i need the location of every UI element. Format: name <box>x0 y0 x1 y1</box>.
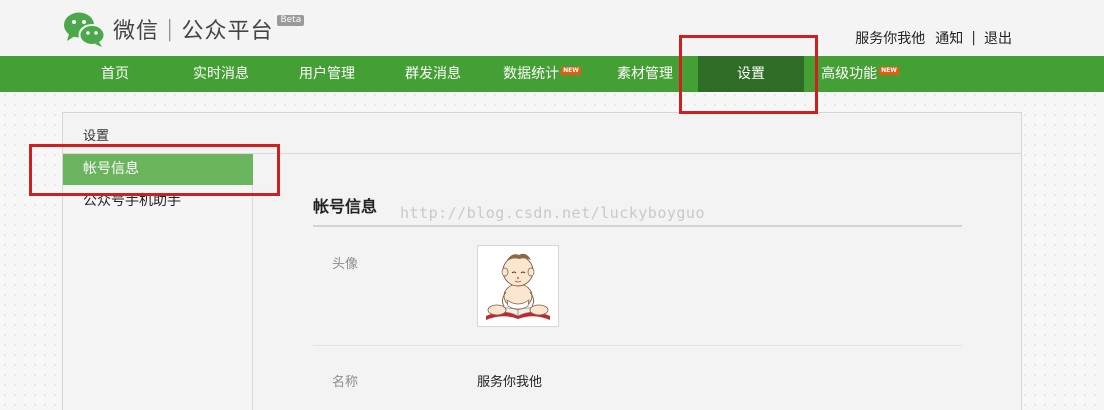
row-divider <box>313 345 962 346</box>
logout-link[interactable]: 退出 <box>984 28 1012 48</box>
link-separator: | <box>971 30 976 46</box>
nav-statistics[interactable]: 数据统计 NEW <box>492 56 592 92</box>
nav-settings[interactable]: 设置 <box>698 56 804 92</box>
sidebar-item-label: 公众号手机助手 <box>83 193 181 209</box>
name-value: 服务你我他 <box>477 375 543 390</box>
nav-mass-messages[interactable]: 群发消息 <box>388 56 478 92</box>
nav-materials[interactable]: 素材管理 <box>600 56 690 92</box>
main-nav: 首页 实时消息 用户管理 群发消息 数据统计 NEW 素材管理 设置 高级功能 NE… <box>0 56 1104 92</box>
watermark-text: http://blog.csdn.net/luckyboyguo <box>400 204 705 222</box>
user-links: 服务你我他 通知 | 退出 <box>855 28 1012 48</box>
section-title: 帐号信息 <box>313 197 378 216</box>
nav-label: 高级功能 <box>821 66 878 82</box>
brand-separator: | <box>166 16 175 42</box>
nav-label: 用户管理 <box>299 66 355 82</box>
sidebar-item-mobile-assistant[interactable]: 公众号手机助手 <box>63 186 253 217</box>
nav-label: 群发消息 <box>405 66 461 82</box>
new-badge: NEW <box>879 67 899 75</box>
avatar[interactable] <box>477 245 559 327</box>
nav-label: 首页 <box>101 66 129 82</box>
panel-title: 设置 <box>83 129 110 144</box>
nav-home[interactable]: 首页 <box>70 56 160 92</box>
beta-badge: Beta <box>277 15 305 26</box>
new-badge: NEW <box>561 67 581 75</box>
baby-reading-avatar <box>478 246 558 326</box>
avatar-label: 头像 <box>332 257 359 272</box>
nav-user-management[interactable]: 用户管理 <box>282 56 372 92</box>
name-label: 名称 <box>332 375 359 390</box>
notify-link[interactable]: 通知 <box>935 28 963 48</box>
nav-label: 数据统计 <box>503 66 560 82</box>
sidebar-item-label: 帐号信息 <box>83 161 139 177</box>
wechat-logo-icon[interactable] <box>62 10 106 48</box>
nav-label: 设置 <box>737 66 765 82</box>
nav-advanced[interactable]: 高级功能 NEW <box>810 56 910 92</box>
user-name-link[interactable]: 服务你我他 <box>855 28 925 48</box>
brand-name: 微信 <box>113 19 160 44</box>
section-divider <box>313 225 962 227</box>
brand-sub: 公众平台 <box>181 19 274 44</box>
brand-title: 微信 | 公众平台 Beta <box>113 13 305 45</box>
nav-realtime-messages[interactable]: 实时消息 <box>176 56 266 92</box>
sidebar-item-account-info[interactable]: 帐号信息 <box>63 154 253 185</box>
nav-label: 实时消息 <box>193 66 249 82</box>
nav-label: 素材管理 <box>617 66 673 82</box>
